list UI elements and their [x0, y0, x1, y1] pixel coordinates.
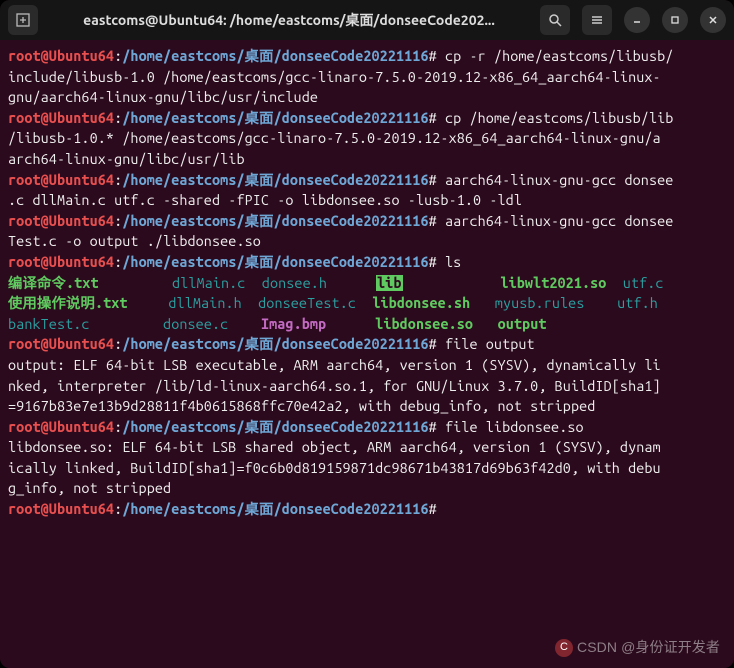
prompt-path: /home/eastcoms/桌面/donseeCode20221116	[122, 336, 428, 352]
prompt-hash: #	[429, 419, 437, 435]
command-text: file libdonsee.so	[437, 419, 584, 435]
prompt-hash: #	[429, 48, 437, 64]
close-icon	[708, 15, 718, 25]
new-tab-button[interactable]	[8, 5, 38, 35]
close-button[interactable]	[700, 7, 726, 33]
prompt-user: root@Ubuntu64	[8, 110, 114, 126]
ls-row: bankTest.c donsee.c Imag.bmp libdonsee.s…	[8, 314, 726, 335]
output-text: output: ELF 64-bit LSB executable, ARM a…	[8, 357, 661, 414]
watermark: CCSDN@身份证开发者	[555, 637, 720, 658]
prompt-hash: #	[429, 213, 437, 229]
prompt-hash: #	[429, 254, 437, 270]
watermark-site: CSDN	[577, 637, 617, 658]
ls-item: 编译命令.txt	[8, 273, 172, 294]
prompt-user: root@Ubuntu64	[8, 48, 114, 64]
new-tab-icon	[16, 13, 30, 27]
ls-item: dllMain.h	[168, 293, 258, 314]
prompt-path: /home/eastcoms/桌面/donseeCode20221116	[122, 110, 428, 126]
prompt-user: root@Ubuntu64	[8, 213, 114, 229]
ls-item: dllMain.c	[172, 273, 262, 294]
prompt-path: /home/eastcoms/桌面/donseeCode20221116	[122, 254, 428, 270]
ls-item: donsee.h	[262, 273, 376, 294]
prompt-user: root@Ubuntu64	[8, 419, 114, 435]
minimize-button[interactable]	[624, 7, 650, 33]
ls-item: lib	[376, 273, 500, 294]
watermark-author: @身份证开发者	[621, 637, 720, 658]
window-title: eastcoms@Ubuntu64: /home/eastcoms/桌面/don…	[46, 10, 532, 30]
ls-row: 使用操作说明.txt dllMain.h donseeTest.c libdon…	[8, 293, 726, 314]
command-text: ls	[437, 254, 461, 270]
prompt-path: /home/eastcoms/桌面/donseeCode20221116	[122, 213, 428, 229]
prompt-path: /home/eastcoms/桌面/donseeCode20221116	[122, 419, 428, 435]
maximize-button[interactable]	[662, 7, 688, 33]
titlebar-right	[540, 5, 726, 35]
menu-button[interactable]	[582, 5, 612, 35]
prompt-path: /home/eastcoms/桌面/donseeCode20221116	[122, 48, 428, 64]
hamburger-icon	[590, 13, 604, 27]
prompt-hash: #	[429, 172, 437, 188]
prompt-hash: #	[429, 501, 437, 517]
maximize-icon	[670, 15, 680, 25]
prompt-hash: #	[429, 336, 437, 352]
command-text: file output	[437, 336, 535, 352]
prompt-user: root@Ubuntu64	[8, 336, 114, 352]
prompt-hash: #	[429, 110, 437, 126]
ls-item: myusb.rules	[495, 293, 617, 314]
prompt-path: /home/eastcoms/桌面/donseeCode20221116	[122, 501, 428, 517]
ls-item: utf.c	[623, 273, 664, 294]
minimize-icon	[632, 15, 642, 25]
titlebar: eastcoms@Ubuntu64: /home/eastcoms/桌面/don…	[0, 0, 734, 40]
ls-item: output	[498, 314, 547, 335]
prompt-user: root@Ubuntu64	[8, 501, 114, 517]
prompt-user: root@Ubuntu64	[8, 254, 114, 270]
ls-item: libdonsee.sh	[372, 293, 494, 314]
csdn-logo-icon: C	[555, 639, 573, 657]
output-text: libdonsee.so: ELF 64-bit LSB shared obje…	[8, 439, 661, 496]
ls-item: libwlt2021.so	[500, 273, 622, 294]
search-icon	[548, 13, 562, 27]
ls-item: donseeTest.c	[258, 293, 372, 314]
ls-item: bankTest.c	[8, 314, 163, 335]
ls-row: 编译命令.txt dllMain.c donsee.h lib libwlt20…	[8, 273, 726, 294]
ls-item: libdonsee.so	[375, 314, 497, 335]
terminal-window: eastcoms@Ubuntu64: /home/eastcoms/桌面/don…	[0, 0, 734, 668]
ls-item: 使用操作说明.txt	[8, 293, 168, 314]
terminal-body[interactable]: root@Ubuntu64:/home/eastcoms/桌面/donseeCo…	[0, 40, 734, 668]
ls-item: donsee.c	[163, 314, 261, 335]
search-button[interactable]	[540, 5, 570, 35]
cursor-line	[437, 501, 445, 517]
ls-item: Imag.bmp	[261, 314, 375, 335]
prompt-user: root@Ubuntu64	[8, 172, 114, 188]
prompt-path: /home/eastcoms/桌面/donseeCode20221116	[122, 172, 428, 188]
ls-item: utf.h	[617, 293, 658, 314]
